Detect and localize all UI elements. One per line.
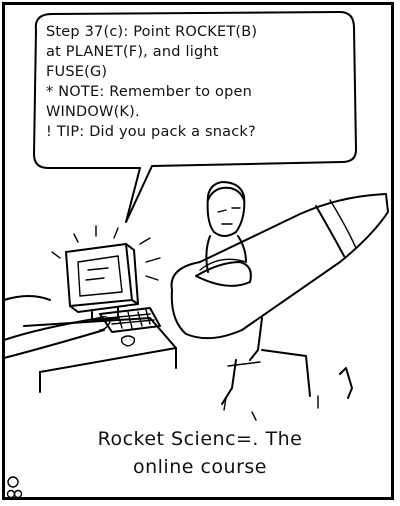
speech-bubble-text: Step 37(c): Point ROCKET(B) at PLANET(F)… [46, 22, 346, 142]
bubble-line: Step 37(c): Point ROCKET(B) [46, 24, 258, 40]
boy-pilot [205, 181, 247, 273]
floor-lines [223, 367, 353, 421]
comic-panel: Step 37(c): Point ROCKET(B) at PLANET(F)… [0, 0, 400, 506]
caption-line-1: Rocket Scienc=. The [97, 428, 303, 450]
caption-line-2: online course [132, 456, 267, 478]
bubble-line: * NOTE: Remember to open [46, 84, 252, 100]
comic-caption: Rocket Scienc=. The online course [0, 425, 400, 481]
computer-monitor [65, 243, 139, 321]
bubble-line: ! TIP: Did you pack a snack? [46, 124, 256, 140]
bubble-line: FUSE(G) [46, 64, 108, 80]
bubble-line: at PLANET(F), and light [46, 44, 219, 60]
bubble-line: WINDOW(K). [46, 104, 140, 120]
person-at-desk [3, 295, 111, 359]
rocket [170, 193, 389, 340]
mouse [120, 335, 136, 347]
